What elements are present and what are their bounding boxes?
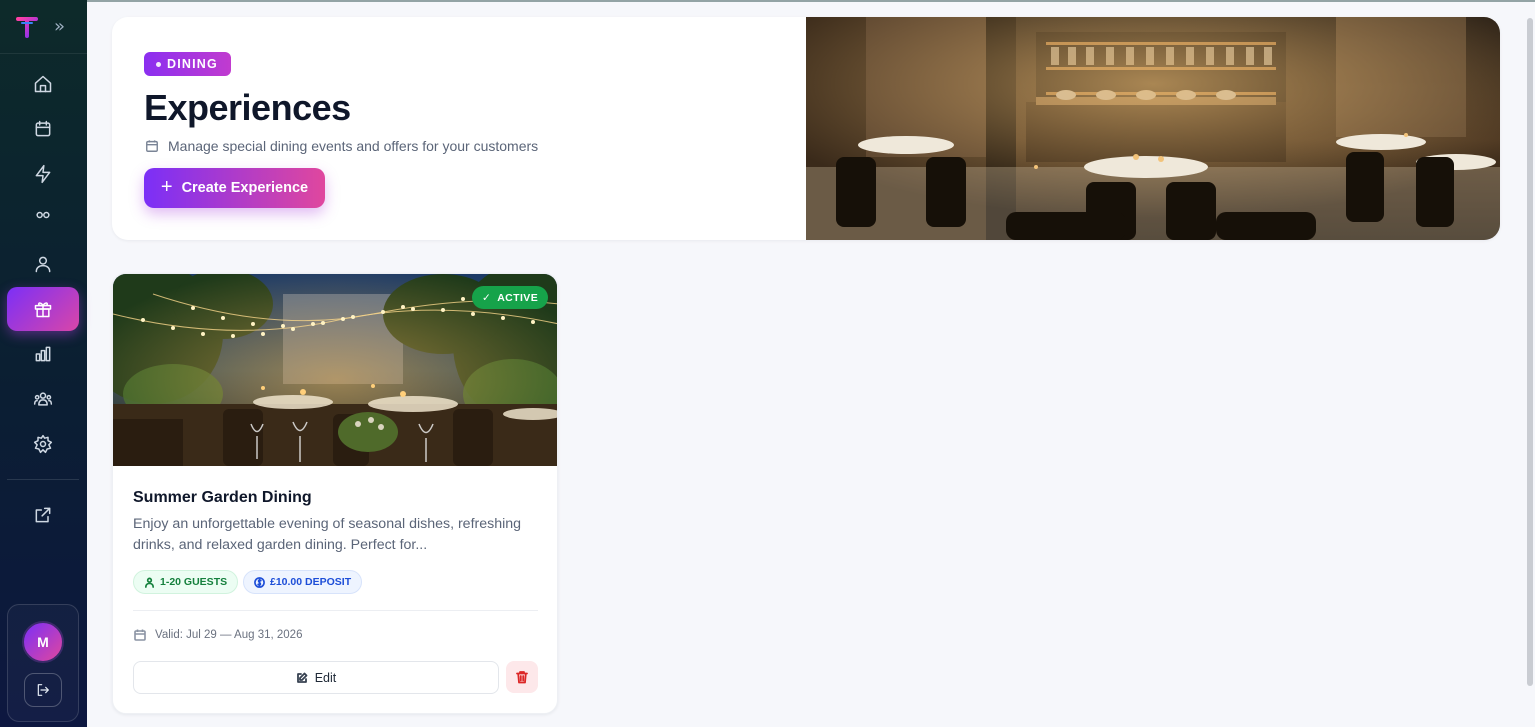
sidebar-item-activity[interactable] <box>7 152 79 196</box>
status-badge: ✓ ACTIVE <box>472 286 549 309</box>
currency-icon <box>254 576 265 588</box>
delete-button[interactable] <box>506 661 538 693</box>
page-scrollbar[interactable] <box>1527 18 1533 686</box>
external-link-icon <box>35 507 51 523</box>
sidebar-item-team[interactable] <box>7 377 79 421</box>
home-icon <box>34 75 52 93</box>
guests-icon <box>145 577 154 588</box>
avatar[interactable]: M <box>22 621 64 663</box>
create-experience-button[interactable]: + Create Experience <box>144 168 325 208</box>
gear-icon <box>33 434 53 454</box>
validity-text: Valid: Jul 29 — Aug 31, 2026 <box>155 629 303 641</box>
edit-button-label: Edit <box>314 670 337 685</box>
deposit-chip: £10.00 DEPOSIT <box>243 570 363 594</box>
experience-card[interactable]: ✓ ACTIVE Summer Garden Dining Enjoy an u… <box>112 273 558 714</box>
status-badge-label: ACTIVE <box>497 291 539 304</box>
sidebar-item-tables[interactable] <box>7 193 79 237</box>
guests-chip-label: 1-20 GUESTS <box>160 576 228 588</box>
sidebar-item-open-site[interactable] <box>7 493 79 537</box>
sidebar-header: » <box>0 0 87 54</box>
page-title: Experiences <box>144 87 351 128</box>
guests-chip: 1-20 GUESTS <box>133 570 239 594</box>
trash-icon <box>516 671 528 684</box>
bar-chart-icon <box>35 346 51 362</box>
page-subtitle: Manage special dining events and offers … <box>145 138 538 154</box>
page-subtitle-text: Manage special dining events and offers … <box>168 138 539 154</box>
edit-icon <box>296 672 308 683</box>
dot-icon <box>156 61 161 67</box>
edit-button[interactable]: Edit <box>133 661 499 694</box>
logout-icon <box>37 684 49 696</box>
category-badge: DINING <box>144 52 231 76</box>
gift-icon <box>34 302 52 318</box>
experience-description: Enjoy an unforgettable evening of season… <box>133 516 522 553</box>
restaurant-interior-image <box>806 17 1500 240</box>
team-icon <box>33 392 53 406</box>
deposit-chip-label: £10.00 DEPOSIT <box>270 576 352 588</box>
check-icon: ✓ <box>482 291 492 304</box>
calendar-icon <box>134 629 146 641</box>
calendar-icon <box>35 120 51 137</box>
plus-icon: + <box>160 175 173 198</box>
page-header-card: DINING Experiences Manage special dining… <box>112 17 1500 240</box>
sidebar-item-customers[interactable] <box>7 242 79 286</box>
lightning-icon <box>35 164 51 184</box>
sidebar-item-calendar[interactable] <box>7 107 79 151</box>
tables-icon <box>36 211 50 219</box>
experience-title: Summer Garden Dining <box>133 489 312 506</box>
card-divider <box>133 610 538 611</box>
sidebar-item-settings[interactable] <box>7 422 79 466</box>
window-top-border <box>87 0 1535 2</box>
category-badge-label: DINING <box>167 57 218 71</box>
app-logo[interactable] <box>14 14 40 40</box>
sidebar-divider <box>7 479 79 480</box>
user-icon <box>35 256 51 273</box>
calendar-icon <box>146 140 158 152</box>
create-experience-label: Create Experience <box>181 180 309 196</box>
sidebar-item-experiences[interactable] <box>7 287 79 331</box>
logout-button[interactable] <box>24 673 62 707</box>
sidebar-item-reports[interactable] <box>7 332 79 376</box>
sidebar-item-home[interactable] <box>7 62 79 106</box>
validity-period: Valid: Jul 29 — Aug 31, 2026 <box>134 629 302 641</box>
sidebar: » M <box>0 0 87 727</box>
expand-sidebar-icon[interactable]: » <box>54 16 65 37</box>
user-panel: M <box>7 604 79 722</box>
